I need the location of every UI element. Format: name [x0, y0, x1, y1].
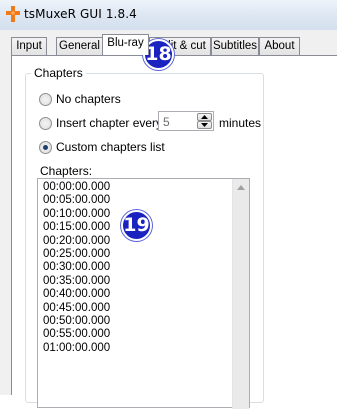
chevron-up-icon	[201, 115, 208, 119]
chapter-line: 00:25:00.000	[43, 248, 111, 261]
orange-cross-icon	[6, 6, 20, 22]
insert-chapter-every-radio[interactable]	[39, 117, 52, 130]
tab-about[interactable]: About	[259, 37, 300, 55]
no-chapters-radio[interactable]	[39, 93, 52, 106]
chapter-line: 00:55:00.000	[43, 328, 111, 341]
chapter-line: 00:20:00.000	[43, 234, 111, 247]
chapter-line: 00:50:00.000	[43, 315, 111, 328]
spin-up-button[interactable]	[197, 113, 212, 121]
tab-blu-ray[interactable]: Blu-ray	[102, 34, 149, 55]
chapter-line: 00:10:00.000	[43, 207, 111, 220]
chapter-line: 00:30:00.000	[43, 261, 111, 274]
chapter-interval-spinbox[interactable]: 5	[158, 111, 214, 131]
chapter-line: 00:45:00.000	[43, 301, 111, 314]
scroll-up-arrow-icon[interactable]	[237, 185, 245, 190]
chapters-list-label: Chapters:	[40, 164, 93, 178]
custom-chapters-list-label[interactable]: Custom chapters list	[56, 140, 165, 154]
spin-down-button[interactable]	[197, 121, 212, 129]
insert-chapter-every-label[interactable]: Insert chapter every	[56, 116, 162, 130]
chevron-down-icon	[201, 123, 208, 127]
chapter-line: 00:35:00.000	[43, 274, 111, 287]
custom-chapters-list-radio[interactable]	[39, 141, 52, 154]
vertical-scrollbar[interactable]	[232, 179, 249, 409]
chapter-line: 00:00:00.000	[43, 181, 111, 193]
chapter-interval-value: 5	[163, 115, 170, 129]
chapter-line: 00:40:00.000	[43, 288, 111, 301]
chapter-line: 00:15:00.000	[43, 221, 111, 234]
tab-subtitles[interactable]: Subtitles	[211, 37, 259, 55]
tab-input[interactable]: Input	[11, 37, 47, 55]
tab-general[interactable]: General	[56, 37, 103, 55]
chapters-group-title: Chapters	[31, 66, 86, 80]
chapter-line: 01:00:00.000	[43, 341, 111, 354]
window-title-bar[interactable]: tsMuxeR GUI 1.8.4	[0, 0, 337, 30]
interval-unit-label: minutes	[219, 116, 262, 130]
callout-badge-19: 19	[121, 210, 152, 241]
chapters-list-text: 00:00:00.000 00:05:00.000 00:10:00.000 00:1…	[43, 181, 110, 355]
chapter-line: 00:05:00.000	[43, 194, 111, 207]
no-chapters-label[interactable]: No chapters	[56, 92, 121, 106]
window-title: tsMuxeR GUI 1.8.4	[24, 7, 137, 21]
spin-buttons	[197, 113, 212, 129]
